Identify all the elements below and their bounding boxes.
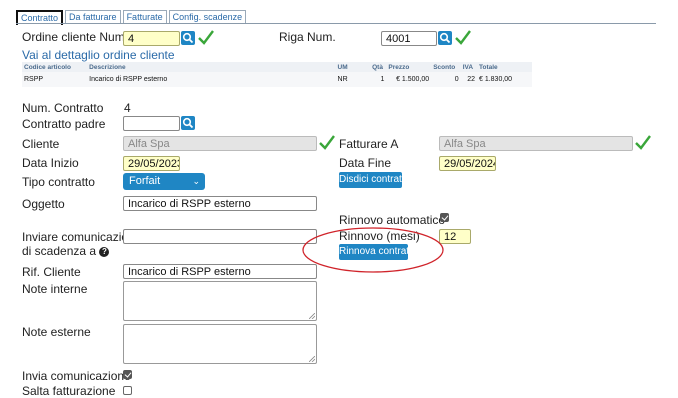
cell-codice: RSPP	[22, 72, 88, 87]
cell-descrizione: Incarico di RSPP esterno	[87, 72, 336, 87]
cell-prezzo: € 1.500,00	[386, 72, 432, 87]
order-detail-link[interactable]: Vai al dettaglio ordine cliente	[22, 48, 175, 62]
col-prezzo: Prezzo	[386, 62, 432, 72]
checkmark-icon	[319, 135, 335, 150]
note-esterne-label: Note esterne	[22, 325, 91, 339]
data-inizio-input[interactable]: 29/05/2023	[123, 156, 180, 171]
cell-sconto: 0	[431, 72, 461, 87]
num-contratto-label: Num. Contratto	[22, 101, 104, 115]
row-number-input[interactable]: 4001	[381, 31, 437, 46]
invia-comunicazione-label: Invia comunicazione	[22, 369, 131, 383]
tab-config-scadenze[interactable]: Config. scadenze	[168, 10, 247, 24]
contratto-padre-input[interactable]	[123, 116, 180, 131]
disdici-contratto-button[interactable]: Disdici contratto	[339, 172, 410, 188]
cell-totale: € 1.830,00	[476, 72, 532, 87]
order-search-button[interactable]	[181, 31, 195, 45]
chevron-down-icon: ⌄	[192, 176, 200, 186]
table-header-row: Codice articolo Descrizione UM Qtà Prezz…	[22, 62, 532, 72]
cell-iva: 22	[460, 72, 477, 87]
rif-cliente-input[interactable]: Incarico di RSPP esterno	[123, 264, 317, 279]
contratto-padre-search-button[interactable]	[181, 116, 195, 130]
contratto-padre-label: Contratto padre	[22, 117, 106, 131]
oggetto-input[interactable]: Incarico di RSPP esterno	[123, 196, 317, 211]
resize-grip-icon[interactable]	[309, 313, 315, 319]
inviare-comunicazioni-label-line1: Inviare comunicazioni	[22, 230, 138, 244]
tab-bar: Contratto Da fatturare Fatturate Config.…	[16, 10, 248, 25]
cell-um: NR	[335, 72, 371, 87]
row-search-button[interactable]	[438, 31, 452, 45]
oggetto-label: Oggetto	[22, 197, 65, 211]
inviare-comunicazioni-label-text: di scadenza a	[22, 244, 97, 258]
checkmark-icon	[455, 30, 471, 45]
invia-comunicazione-checkbox[interactable]	[123, 370, 132, 379]
col-iva: IVA	[460, 62, 477, 72]
tab-da-fatturare[interactable]: Da fatturare	[65, 10, 121, 24]
note-interne-label: Note interne	[22, 282, 88, 296]
table-row[interactable]: RSPP Incarico di RSPP esterno NR 1 € 1.5…	[22, 72, 532, 87]
help-icon[interactable]: ?	[99, 246, 110, 257]
data-inizio-label: Data Inizio	[22, 156, 79, 170]
rif-cliente-label: Rif. Cliente	[22, 265, 81, 279]
tab-divider	[16, 23, 656, 24]
search-icon	[182, 117, 194, 129]
resize-grip-icon[interactable]	[309, 356, 315, 362]
checkmark-icon	[635, 135, 651, 150]
col-qta: Qtà	[370, 62, 387, 72]
col-descrizione: Descrizione	[87, 62, 336, 72]
cliente-input[interactable]: Alfa Spa	[123, 136, 317, 151]
col-sconto: Sconto	[431, 62, 461, 72]
salta-fatturazione-label: Salta fatturazione	[22, 384, 116, 398]
col-totale: Totale	[476, 62, 532, 72]
search-icon	[439, 32, 451, 44]
cliente-label: Cliente	[22, 137, 60, 151]
fatturare-input[interactable]: Alfa Spa	[439, 136, 633, 151]
note-esterne-textarea[interactable]	[123, 324, 317, 364]
tab-fatturate[interactable]: Fatturate	[122, 10, 167, 24]
order-number-label: Ordine cliente Num.	[22, 30, 129, 44]
data-fine-label: Data Fine	[339, 156, 392, 170]
tipo-contratto-select[interactable]: Forfait ⌄	[123, 173, 205, 190]
search-icon	[182, 32, 194, 44]
inviare-comunicazioni-input[interactable]	[123, 229, 317, 244]
inviare-comunicazioni-label-line2: di scadenza a ?	[22, 244, 110, 258]
order-number-input[interactable]: 4	[123, 31, 180, 46]
order-lines-table: Codice articolo Descrizione UM Qtà Prezz…	[22, 62, 532, 87]
cell-qta: 1	[370, 72, 387, 87]
num-contratto-value: 4	[124, 101, 131, 115]
annotation-ellipse	[302, 227, 444, 273]
salta-fatturazione-checkbox[interactable]	[123, 386, 132, 395]
col-codice: Codice articolo	[22, 62, 88, 72]
col-um: UM	[335, 62, 371, 72]
rinnovo-automatico-checkbox[interactable]	[440, 213, 449, 222]
tipo-contratto-label: Tipo contratto	[22, 175, 95, 189]
data-fine-input[interactable]: 29/05/2024	[439, 156, 496, 171]
tipo-contratto-value: Forfait	[129, 175, 161, 187]
fatturare-label: Fatturare A	[339, 137, 399, 151]
row-number-label: Riga Num.	[279, 30, 336, 44]
note-interne-textarea[interactable]	[123, 281, 317, 321]
checkmark-icon	[198, 30, 214, 45]
